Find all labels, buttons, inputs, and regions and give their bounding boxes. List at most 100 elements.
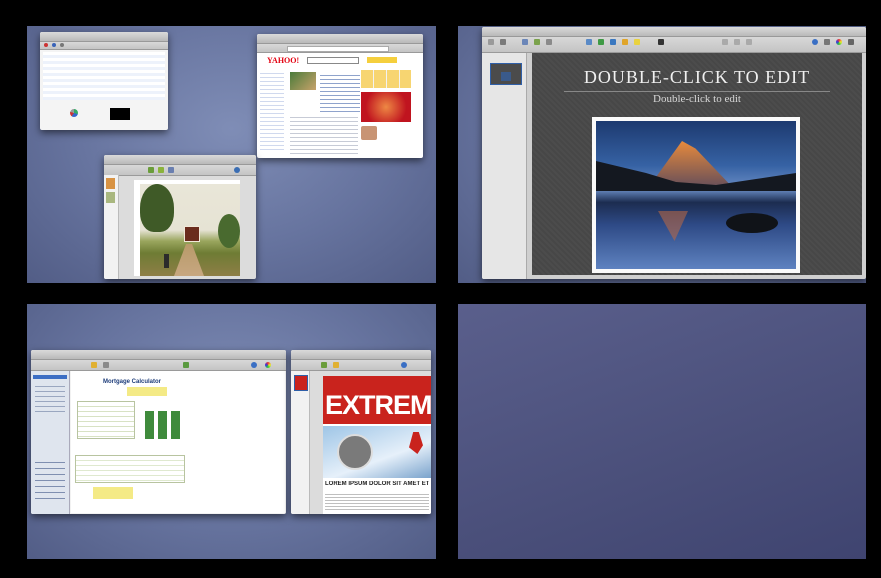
chart-bar [171, 411, 180, 439]
slide-photo[interactable] [592, 117, 800, 273]
masters-icon[interactable] [546, 39, 552, 45]
search-button[interactable] [367, 57, 397, 63]
inspector-icon[interactable] [234, 167, 240, 173]
sheets-sidebar[interactable] [31, 371, 70, 514]
keynote-window[interactable]: DOUBLE-CLICK TO EDIT Double-click to edi… [482, 27, 866, 279]
page-thumbnail[interactable] [106, 178, 115, 189]
inspector-icon[interactable] [401, 362, 407, 368]
inspect-icon[interactable] [52, 43, 56, 47]
shapes-icon[interactable] [598, 39, 604, 45]
results-table[interactable] [75, 455, 185, 483]
chart-bar [145, 411, 154, 439]
subheadline[interactable]: LOREM IPSUM DOLOR SIT AMET ETIAM [325, 481, 429, 487]
badge-circle[interactable] [337, 434, 373, 470]
space-top-right[interactable]: DOUBLE-CLICK TO EDIT Double-click to edi… [458, 26, 866, 283]
process-table [43, 52, 165, 100]
space-top-left[interactable]: YAHOO! [27, 26, 436, 283]
yahoo-logo[interactable]: YAHOO! [267, 56, 299, 65]
view-icon[interactable] [522, 39, 528, 45]
tree-left [140, 184, 174, 232]
magazine-page[interactable]: EXTREME LOREM IPSUM DOLOR SIT AMET ETIAM [323, 376, 431, 514]
slide-canvas[interactable]: DOUBLE-CLICK TO EDIT Double-click to edi… [532, 53, 862, 275]
title-bar[interactable] [31, 350, 286, 365]
bottom-news [290, 114, 358, 154]
title-bar[interactable] [291, 350, 431, 365]
group-icon[interactable] [746, 39, 752, 45]
nav-links [260, 70, 284, 152]
tabs-strip[interactable] [361, 70, 411, 88]
inspector-icon[interactable] [812, 39, 818, 45]
browser-window[interactable]: YAHOO! [257, 34, 423, 158]
thumbnail-sidebar[interactable] [104, 175, 119, 279]
toolbar [482, 37, 866, 53]
slide-title[interactable]: DOUBLE-CLICK TO EDIT [532, 67, 862, 88]
person-photo[interactable] [361, 126, 377, 140]
themes-icon[interactable] [534, 39, 540, 45]
title-plaque[interactable] [184, 226, 200, 242]
title-bar[interactable] [257, 34, 423, 49]
page-thumbnail[interactable] [294, 375, 308, 391]
alpha-icon[interactable] [734, 39, 740, 45]
title-bar[interactable] [482, 27, 866, 42]
note-sticky[interactable] [127, 387, 167, 396]
body-text [325, 492, 429, 512]
tree-right [218, 214, 240, 248]
chart-bar [158, 411, 167, 439]
fonts-icon[interactable] [848, 39, 854, 45]
space-bottom-right[interactable] [458, 304, 866, 559]
ad-banner[interactable] [361, 92, 411, 122]
toolbar [104, 165, 256, 176]
path [174, 244, 204, 276]
sheet-title[interactable]: Mortgage Calculator [103, 379, 161, 385]
sections-icon[interactable] [148, 167, 154, 173]
media-icon[interactable] [824, 39, 830, 45]
reorganize-icon[interactable] [91, 362, 97, 368]
thumbnail-sidebar[interactable] [291, 371, 310, 514]
input-table[interactable] [77, 401, 135, 439]
shapes-icon[interactable] [333, 362, 339, 368]
search-field[interactable] [307, 57, 359, 64]
sheet-canvas[interactable]: Mortgage Calculator [71, 371, 285, 513]
address-field[interactable] [287, 46, 389, 52]
chart-icon[interactable] [622, 39, 628, 45]
sheet-item[interactable] [33, 375, 67, 379]
title-bar[interactable] [40, 32, 168, 47]
text-box-icon[interactable] [586, 39, 592, 45]
inspector-icon[interactable] [251, 362, 257, 368]
shapes-icon[interactable] [168, 167, 174, 173]
table-icon[interactable] [158, 167, 164, 173]
cyclist [164, 254, 169, 268]
colors-icon[interactable] [836, 39, 842, 45]
colors-icon[interactable] [265, 362, 271, 368]
formula-icon[interactable] [103, 362, 109, 368]
table-icon[interactable] [610, 39, 616, 45]
page-thumbnail[interactable] [106, 192, 115, 203]
landscape-photo[interactable] [140, 184, 240, 276]
masthead-headline[interactable]: EXTREME [325, 390, 431, 421]
mask-icon[interactable] [722, 39, 728, 45]
activity-monitor-window[interactable] [40, 32, 168, 130]
new-slide-icon[interactable] [488, 39, 494, 45]
quit-process-icon[interactable] [44, 43, 48, 47]
toolbar [291, 360, 431, 371]
title-bar[interactable] [104, 155, 256, 170]
chart-icon[interactable] [183, 362, 189, 368]
comment-icon[interactable] [634, 39, 640, 45]
info-icon[interactable] [60, 43, 64, 47]
space-bottom-left[interactable]: Mortgage Calculator EXTREME [27, 304, 436, 559]
pages-magazine-window[interactable]: EXTREME LOREM IPSUM DOLOR SIT AMET ETIAM [291, 350, 431, 514]
slide-subtitle[interactable]: Double-click to edit [532, 93, 862, 105]
slide-navigator[interactable] [482, 53, 527, 279]
featured-image[interactable] [290, 72, 316, 90]
bar-chart[interactable] [141, 405, 185, 439]
smart-builds-icon[interactable] [658, 39, 664, 45]
play-icon[interactable] [500, 39, 506, 45]
headline-list [320, 72, 360, 112]
note-sticky[interactable] [93, 487, 133, 499]
sections-icon[interactable] [321, 362, 327, 368]
slide-thumbnail[interactable] [490, 63, 522, 85]
document-page[interactable] [134, 180, 240, 276]
pages-window[interactable] [104, 155, 256, 279]
numbers-window[interactable]: Mortgage Calculator [31, 350, 286, 514]
cover-photo[interactable] [323, 426, 431, 478]
